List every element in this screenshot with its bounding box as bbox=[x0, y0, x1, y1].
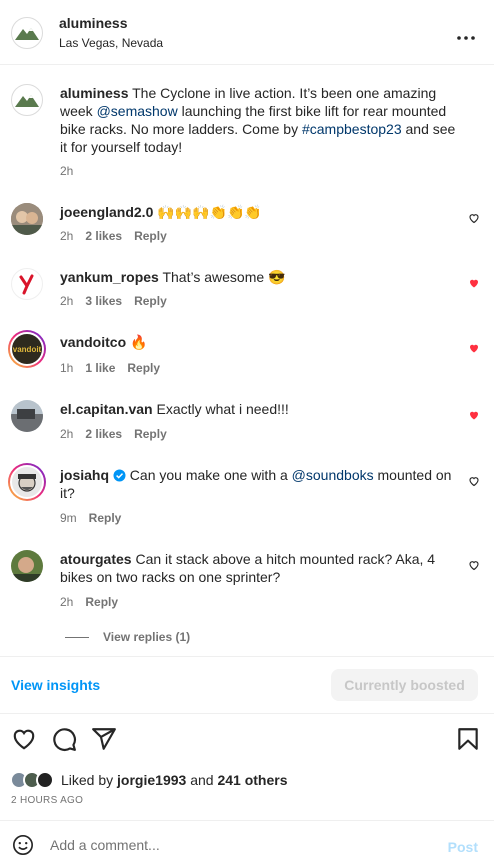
heart-filled-icon[interactable] bbox=[468, 277, 480, 289]
comment-time: 9m bbox=[60, 511, 77, 525]
add-comment-bar: Post bbox=[0, 820, 494, 868]
mountain-logo-icon bbox=[15, 28, 39, 40]
mountain-logo-icon bbox=[15, 95, 39, 107]
replies-divider bbox=[65, 636, 89, 638]
liked-by-user[interactable]: jorgie1993 bbox=[117, 772, 186, 788]
comment-avatar[interactable] bbox=[11, 203, 43, 235]
comment-username[interactable]: vandoitco bbox=[60, 334, 126, 350]
comment-text: That’s awesome 😎 bbox=[162, 269, 286, 285]
share-icon[interactable] bbox=[91, 726, 117, 752]
comment-time: 2h bbox=[60, 294, 74, 308]
comment-likes[interactable]: 2 likes bbox=[85, 229, 122, 243]
post-actions bbox=[0, 726, 494, 756]
header-location[interactable]: Las Vegas, Nevada bbox=[59, 36, 163, 50]
reply-button[interactable]: Reply bbox=[127, 361, 160, 375]
heart-filled-icon[interactable] bbox=[468, 409, 480, 421]
insights-bar: View insights Currently boosted bbox=[0, 656, 494, 714]
comment-likes[interactable]: 3 likes bbox=[85, 294, 122, 308]
mention-link[interactable]: @soundboks bbox=[292, 467, 374, 483]
reply-button[interactable]: Reply bbox=[85, 595, 118, 609]
mention-link[interactable]: @semashow bbox=[97, 103, 178, 119]
post-timestamp[interactable]: 2 HOURS AGO bbox=[11, 795, 83, 806]
post-button[interactable]: Post bbox=[448, 839, 478, 855]
bookmark-icon[interactable] bbox=[455, 726, 481, 752]
more-horizontal-icon[interactable] bbox=[456, 28, 476, 40]
comment-likes[interactable]: 2 likes bbox=[85, 427, 122, 441]
reply-button[interactable]: Reply bbox=[134, 427, 167, 441]
caption-username[interactable]: aluminess bbox=[60, 85, 128, 101]
comment-text: 🔥 bbox=[130, 334, 148, 350]
reply-button[interactable]: Reply bbox=[134, 294, 167, 308]
caption-time: 2h bbox=[60, 164, 74, 178]
heart-filled-icon[interactable] bbox=[468, 342, 480, 354]
heart-icon[interactable] bbox=[11, 726, 37, 752]
heart-outline-icon[interactable] bbox=[468, 475, 480, 487]
comment-icon[interactable] bbox=[51, 726, 77, 752]
comment-time: 1h bbox=[60, 361, 74, 375]
comment-time: 2h bbox=[60, 427, 74, 441]
comment-avatar[interactable] bbox=[11, 400, 43, 432]
view-replies-button[interactable]: View replies (1) bbox=[65, 630, 190, 644]
aluminess-avatar[interactable] bbox=[11, 17, 43, 49]
hashtag-link[interactable]: #campbestop23 bbox=[302, 121, 402, 137]
comment-username[interactable]: josiahq bbox=[60, 467, 109, 483]
view-insights-button[interactable]: View insights bbox=[11, 677, 100, 693]
comment-time: 2h bbox=[60, 229, 74, 243]
liked-by-others[interactable]: 241 others bbox=[217, 772, 287, 788]
vandoit-logo-text: vandoit bbox=[12, 344, 42, 354]
header-username[interactable]: aluminess bbox=[59, 15, 127, 31]
emoji-icon[interactable] bbox=[12, 834, 34, 856]
comment-likes[interactable]: 1 like bbox=[85, 361, 115, 375]
comment-avatar[interactable]: vandoit bbox=[8, 330, 46, 368]
comment-time: 2h bbox=[60, 595, 74, 609]
post-header: aluminess Las Vegas, Nevada bbox=[0, 0, 494, 65]
likes-summary: Liked by jorgie1993 and 241 others bbox=[10, 768, 288, 792]
comment-username[interactable]: el.capitan.van bbox=[60, 401, 153, 417]
caption-avatar[interactable] bbox=[11, 84, 43, 116]
heart-outline-icon[interactable] bbox=[468, 212, 480, 224]
comment-username[interactable]: yankum_ropes bbox=[60, 269, 159, 285]
reply-button[interactable]: Reply bbox=[89, 511, 122, 525]
liker-avatars[interactable] bbox=[10, 771, 54, 789]
verified-badge-icon bbox=[113, 468, 126, 482]
liker-avatar bbox=[36, 771, 54, 789]
caption-meta: 2h bbox=[60, 164, 73, 178]
caption-text: aluminess The Cyclone in live action. It… bbox=[60, 85, 456, 155]
reply-button[interactable]: Reply bbox=[134, 229, 167, 243]
comment-text: Exactly what i need!!! bbox=[156, 401, 289, 417]
comment-input[interactable] bbox=[50, 833, 430, 857]
comment-avatar[interactable] bbox=[11, 268, 43, 300]
comment-avatar[interactable] bbox=[8, 463, 46, 501]
heart-outline-icon[interactable] bbox=[468, 559, 480, 571]
comment-username[interactable]: joeengland2.0 bbox=[60, 204, 153, 220]
currently-boosted-button[interactable]: Currently boosted bbox=[331, 669, 478, 701]
comment-avatar[interactable] bbox=[11, 550, 43, 582]
comment-text: 🙌🙌🙌👏👏👏 bbox=[157, 204, 262, 220]
comment-username[interactable]: atourgates bbox=[60, 551, 132, 567]
